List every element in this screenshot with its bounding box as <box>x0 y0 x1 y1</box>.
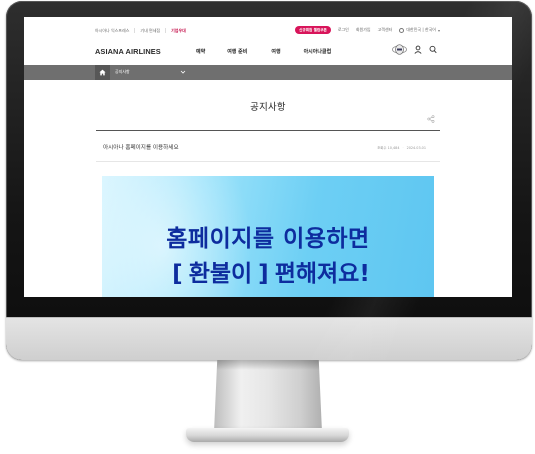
main-header: ASIANA AIRLINES 예약 여행 준비 여행 아시아나클럽 <box>24 43 512 65</box>
promo-coupon-button[interactable]: 신규회원 웰컴쿠폰 <box>295 26 331 34</box>
share-icon[interactable] <box>427 115 435 123</box>
banner-highlight: 환불이 <box>188 261 253 287</box>
notice-views: 조회수 10,484 <box>377 146 400 150</box>
banner-subline-rest: 편해져요! <box>274 261 370 287</box>
notice-title: 아시아나 홈페이지를 이용하세요 <box>103 145 179 151</box>
signup-link[interactable]: 회원가입 <box>356 27 371 33</box>
utility-link-dutyfree[interactable]: 기내 면세점 <box>135 28 167 33</box>
nav-item-booking[interactable]: 예약 <box>196 48 205 55</box>
utility-bar: 아시아나 익스프레스 기내 면세점 기업우대 신규회원 웰컴쿠폰 로그인 회원가… <box>24 17 512 43</box>
main-nav: 예약 여행 준비 여행 아시아나클럽 <box>196 48 331 55</box>
nav-item-travel[interactable]: 여행 <box>271 48 280 55</box>
user-icon[interactable] <box>414 45 422 54</box>
chevron-down-icon[interactable] <box>180 68 186 76</box>
banner-bracket-open: [ <box>172 261 183 287</box>
home-icon <box>99 69 106 76</box>
club-badge-icon[interactable] <box>392 44 407 55</box>
monitor-chin <box>6 317 532 360</box>
breadcrumb-current[interactable]: 공지사항 <box>115 69 130 75</box>
breadcrumb: 공지사항 <box>24 65 512 80</box>
home-button[interactable] <box>95 65 110 80</box>
login-link[interactable]: 로그인 <box>338 27 349 33</box>
chevron-down-icon: ▾ <box>437 27 440 33</box>
nav-item-travel-prep[interactable]: 여행 준비 <box>227 48 247 55</box>
language-label: 대한민국 | 한국어 <box>406 27 436 32</box>
banner-headline: 홈페이지를 이용하면 <box>166 226 370 252</box>
search-icon[interactable] <box>429 45 437 54</box>
browser-screen: 아시아나 익스프레스 기내 면세점 기업우대 신규회원 웰컴쿠폰 로그인 회원가… <box>24 17 512 297</box>
utility-actions: 신규회원 웰컴쿠폰 로그인 회원가입 고객센터 대한민국 | 한국어 ▾ <box>295 26 440 34</box>
banner-bracket-close: ] <box>258 261 269 287</box>
title-divider <box>96 130 440 131</box>
globe-icon <box>399 27 405 33</box>
notice-date: 2024.03.01 <box>406 146 426 150</box>
monitor-stand-base <box>186 428 349 442</box>
header-icons <box>392 44 437 55</box>
language-selector[interactable]: 대한민국 | 한국어 ▾ <box>399 27 440 33</box>
nav-item-asiana-club[interactable]: 아시아나클럽 <box>304 48 332 55</box>
meta-divider <box>96 161 440 162</box>
notice-banner-image: 홈페이지를 이용하면 [환불이] 편해져요! <box>102 176 434 297</box>
notice-meta: 조회수 10,484 · 2024.03.01 <box>377 146 426 150</box>
utility-links: 아시아나 익스프레스 기내 면세점 기업우대 <box>95 28 191 33</box>
support-link[interactable]: 고객센터 <box>378 27 393 33</box>
monitor-stand <box>214 360 322 432</box>
banner-subline: [환불이] 편해져요! <box>102 254 434 288</box>
airline-logo[interactable]: ASIANA AIRLINES <box>95 47 161 56</box>
utility-link-corporate[interactable]: 기업우대 <box>166 28 191 33</box>
page-title: 공지사항 <box>250 102 286 113</box>
utility-link-express[interactable]: 아시아나 익스프레스 <box>95 28 136 33</box>
